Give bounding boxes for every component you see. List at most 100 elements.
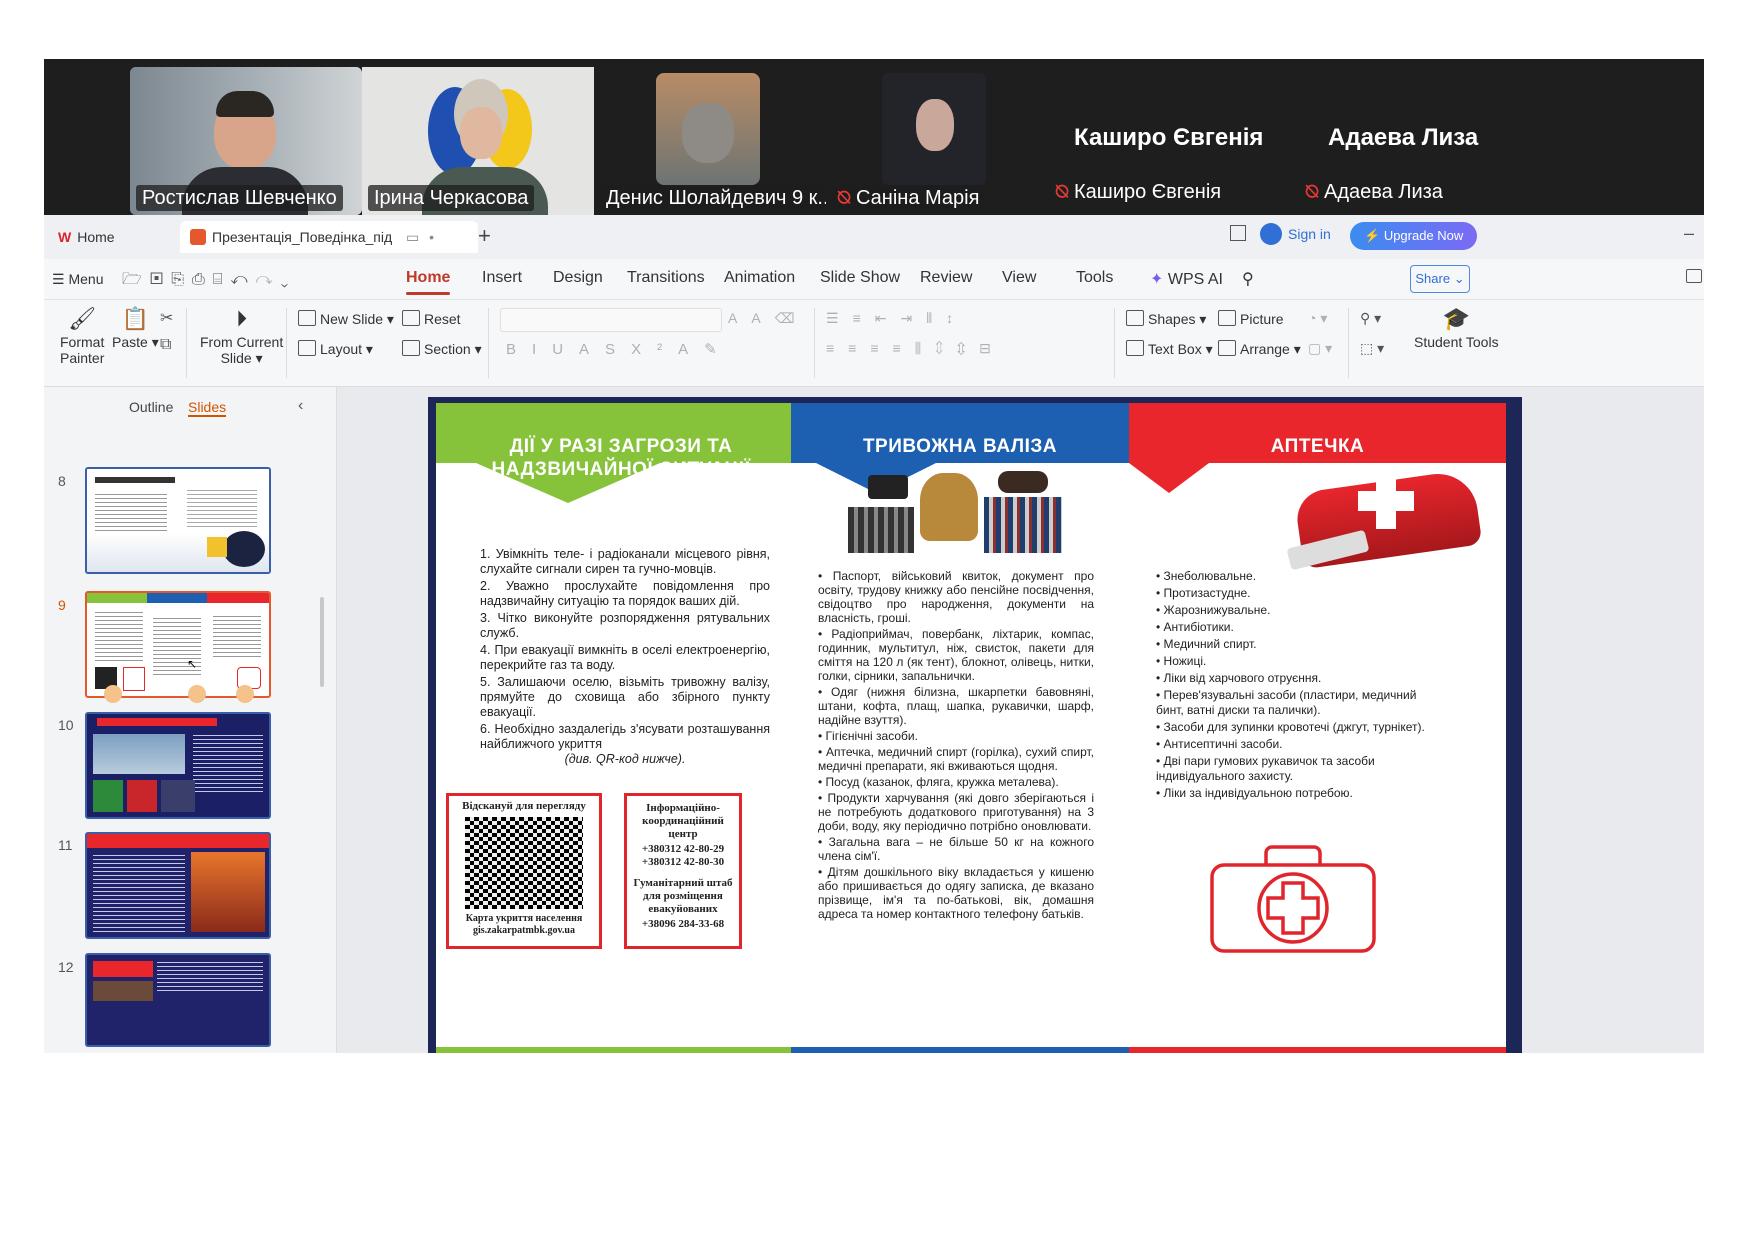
tab-design[interactable]: Design <box>553 269 603 287</box>
italic-icon[interactable]: I <box>532 341 552 358</box>
text-box-button[interactable]: Text Box ▾ <box>1126 340 1213 358</box>
wps-ai-button[interactable]: ✦ WPS AI <box>1150 269 1223 289</box>
picture-button[interactable]: Picture <box>1218 310 1284 327</box>
share-button[interactable]: Share ⌄ <box>1410 265 1470 293</box>
participant-tile[interactable]: ⍉ Саніна Марія <box>826 67 1058 215</box>
slide-thumbnail-selected[interactable]: ↖ <box>85 591 271 698</box>
tab-home-ribbon[interactable]: Home <box>406 269 451 295</box>
font-name-select[interactable] <box>500 308 722 332</box>
line-spacing-icon[interactable]: ⇕ <box>935 340 957 356</box>
numbering-icon[interactable]: ≡ <box>853 310 875 326</box>
decrease-font-icon[interactable]: A <box>751 310 774 326</box>
shapes-button[interactable]: Shapes ▾ <box>1126 310 1206 328</box>
from-current-slide-button[interactable]: ⏵ From Current Slide ▾ <box>200 304 283 366</box>
chevron-down-icon[interactable]: ⌄ <box>281 271 297 288</box>
tab-home[interactable]: W Home <box>50 221 170 253</box>
layout-button[interactable]: Layout ▾ <box>298 340 373 358</box>
font-size-tools[interactable]: AA⌫ <box>728 310 808 327</box>
paragraph-tools-bottom[interactable]: ≡≡≡≡⫼⇕⇳⊟ <box>826 340 1005 357</box>
participant-tile[interactable]: Ірина Черкасова <box>362 67 594 215</box>
superscript-icon[interactable]: X² <box>631 341 678 358</box>
collapse-panel-icon[interactable]: ‹ <box>298 397 303 415</box>
search-icon[interactable]: ⚲ <box>1242 269 1254 289</box>
text-direction-icon[interactable]: ↕ <box>946 310 967 326</box>
new-slide-button[interactable]: New Slide ▾ <box>298 310 394 328</box>
tab-view[interactable]: View <box>1002 269 1036 287</box>
upgrade-now-button[interactable]: ⚡ Upgrade Now <box>1350 222 1478 250</box>
paste-button[interactable]: 📋 Paste ▾ <box>112 304 159 350</box>
shadow-icon[interactable]: S <box>605 341 631 358</box>
save-icon[interactable]: ▣ <box>150 271 171 288</box>
sign-in-button[interactable]: Sign in <box>1260 223 1331 245</box>
slide-frame[interactable]: ДІЇ У РАЗІ ЗАГРОЗИ ТА НАДЗВИЧАЙНОЇ СИТУА… <box>428 397 1522 1053</box>
strikethrough-icon[interactable]: A <box>579 341 605 358</box>
font-style-tools[interactable]: BIUASX²A✎ <box>506 340 733 358</box>
tab-animation[interactable]: Animation <box>724 269 795 287</box>
font-color-icon[interactable]: A <box>678 341 704 358</box>
bold-icon[interactable]: B <box>506 341 532 358</box>
outline-tab[interactable]: Outline <box>129 399 173 415</box>
align-left-icon[interactable]: ≡ <box>826 340 848 356</box>
export-pdf-icon[interactable]: ⎘ <box>171 271 192 288</box>
new-tab-button[interactable]: + <box>478 223 491 249</box>
window-mode-icon[interactable] <box>1230 225 1246 241</box>
distribute-icon[interactable]: ⫼ <box>915 340 935 356</box>
panel-scrollbar[interactable] <box>320 597 324 687</box>
outline-icon[interactable]: ▢ ▾ <box>1308 340 1332 357</box>
text-align-icon[interactable]: ⊟ <box>979 340 1005 356</box>
find-icon[interactable]: ⚲ ▾ <box>1360 310 1381 327</box>
paragraph-tools-top[interactable]: ☰≡⇤⇥⫴↕ <box>826 310 967 327</box>
increase-indent-icon[interactable]: ⇥ <box>900 310 926 326</box>
print-icon[interactable]: ⎙ <box>192 271 213 288</box>
open-folder-icon[interactable]: 🗁 <box>122 271 150 288</box>
columns-icon[interactable]: ⫴ <box>926 310 946 326</box>
decrease-indent-icon[interactable]: ⇤ <box>875 310 901 326</box>
copy-icon[interactable]: ⧉ <box>160 332 173 358</box>
first-aid-list: • Знеболювальне. • Протизастудне. • Жаро… <box>1156 569 1426 803</box>
tab-slide-show[interactable]: Slide Show <box>820 269 900 287</box>
arrange-button[interactable]: Arrange ▾ <box>1218 340 1301 358</box>
tab-transitions[interactable]: Transitions <box>627 269 705 287</box>
minimize-button[interactable]: – <box>1684 223 1694 244</box>
cut-icon[interactable]: ✂ <box>160 306 173 332</box>
tab-insert[interactable]: Insert <box>482 269 522 287</box>
increase-font-icon[interactable]: A <box>728 310 751 326</box>
participant-tile[interactable]: Денис Шолайдевич 9 к... <box>594 67 826 215</box>
comment-icon[interactable] <box>1686 269 1702 283</box>
participant-tile[interactable]: Ростислав Шевченко <box>130 67 362 215</box>
align-center-icon[interactable]: ≡ <box>848 340 870 356</box>
list-item: 2. Уважно прослухайте повідомлення про н… <box>480 579 770 608</box>
quick-access-toolbar[interactable]: 🗁▣⎘⎙⌸↶↷⌄ <box>122 268 296 295</box>
slide-thumbnail[interactable] <box>85 712 271 819</box>
slide-thumbnail[interactable] <box>85 832 271 939</box>
participant-name[interactable]: ⍉ Адаева Лиза <box>1306 181 1443 204</box>
play-slide-icon[interactable] <box>104 685 122 703</box>
delete-slide-icon[interactable] <box>188 685 206 703</box>
undo-icon[interactable]: ↶ <box>230 271 255 288</box>
slide-thumbnail[interactable] <box>85 953 271 1047</box>
student-tools-button[interactable]: 🎓 Student Tools <box>1414 304 1499 350</box>
reset-button[interactable]: Reset <box>402 310 461 327</box>
add-slide-icon[interactable] <box>236 685 254 703</box>
slide-editor-canvas[interactable]: ДІЇ У РАЗІ ЗАГРОЗИ ТА НАДЗВИЧАЙНОЇ СИТУА… <box>337 387 1704 1053</box>
tab-tools[interactable]: Tools <box>1076 269 1113 287</box>
bullets-icon[interactable]: ☰ <box>826 310 853 326</box>
tab-review[interactable]: Review <box>920 269 972 287</box>
paragraph-spacing-icon[interactable]: ⇳ <box>957 340 979 356</box>
participant-name[interactable]: ⍉ Каширо Євгенія <box>1056 181 1221 204</box>
slides-tab[interactable]: Slides <box>188 399 227 417</box>
slide-thumbnail[interactable] <box>85 467 271 574</box>
main-menu-button[interactable]: ☰ Menu <box>52 271 103 288</box>
underline-icon[interactable]: U <box>552 341 579 358</box>
select-icon[interactable]: ⬚ ▾ <box>1360 340 1384 357</box>
redo-icon[interactable]: ↷ <box>256 271 281 288</box>
justify-icon[interactable]: ≡ <box>893 340 915 356</box>
fill-icon[interactable]: ◔ ▾ <box>1308 310 1327 327</box>
clear-format-icon[interactable]: ⌫ <box>775 310 809 326</box>
print-preview-icon[interactable]: ⌸ <box>213 271 231 288</box>
align-right-icon[interactable]: ≡ <box>870 340 892 356</box>
section-button[interactable]: Section ▾ <box>402 340 482 358</box>
highlight-icon[interactable]: ✎ <box>704 341 733 358</box>
tab-document[interactable]: Презентація_Поведінка_під ▭ • <box>180 221 478 253</box>
format-painter-button[interactable]: 🖌 Format Painter <box>60 304 104 366</box>
